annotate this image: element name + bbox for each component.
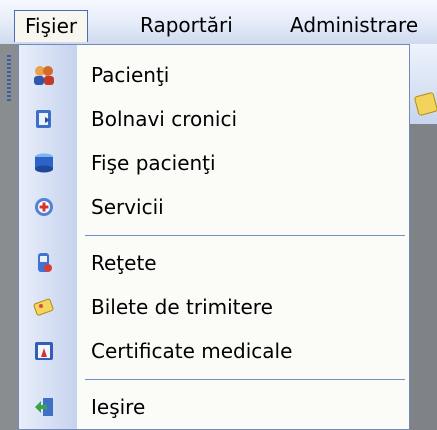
menu-item-patient-files[interactable]: Fişe pacienţi xyxy=(19,141,409,185)
menu-item-label: Servicii xyxy=(91,195,164,219)
prescriptions-icon xyxy=(38,253,52,272)
menu-item-label: Bolnavi cronici xyxy=(91,107,237,131)
toolbar-grip[interactable] xyxy=(7,55,11,101)
patients-icon xyxy=(34,66,54,85)
menu-item-label: Fişe pacienţi xyxy=(91,151,216,175)
menu-item-label: Ieşire xyxy=(91,395,146,419)
menu-item-chronic-patients[interactable]: Bolnavi cronici xyxy=(19,97,409,141)
menu-administration[interactable]: Administrare xyxy=(290,8,418,42)
menu-item-medical-certificates[interactable]: Certificate medicale xyxy=(19,329,409,373)
medical-certificates-icon xyxy=(35,342,53,360)
menu-file[interactable]: Fişier xyxy=(14,10,89,42)
menu-item-exit[interactable]: Ieşire xyxy=(19,385,409,429)
menu-item-patients[interactable]: Pacienţi xyxy=(19,53,409,97)
patient-files-icon xyxy=(35,153,53,173)
menu-item-referral-tickets[interactable]: Bilete de trimitere xyxy=(19,285,409,329)
chronic-patients-icon xyxy=(36,110,51,128)
services-icon xyxy=(35,198,53,216)
menu-item-label: Bilete de trimitere xyxy=(91,295,273,319)
menu-separator xyxy=(85,379,405,380)
menu-item-label: Pacienţi xyxy=(91,63,170,87)
menu-item-services[interactable]: Servicii xyxy=(19,185,409,229)
file-dropdown-menu: Pacienţi Bolnavi cronici Fişe pacienţi S… xyxy=(18,44,410,430)
menu-item-label: Certificate medicale xyxy=(91,339,293,363)
exit-icon xyxy=(35,398,53,416)
menu-item-label: Reţete xyxy=(91,251,157,275)
toolbar-strip xyxy=(0,44,18,430)
menu-reports[interactable]: Raportări xyxy=(140,8,233,42)
menu-bar: Fişier Raportări Administrare xyxy=(0,0,437,45)
menu-item-prescriptions[interactable]: Reţete xyxy=(19,241,409,285)
menu-separator xyxy=(85,235,405,236)
referral-tickets-icon xyxy=(33,298,54,316)
